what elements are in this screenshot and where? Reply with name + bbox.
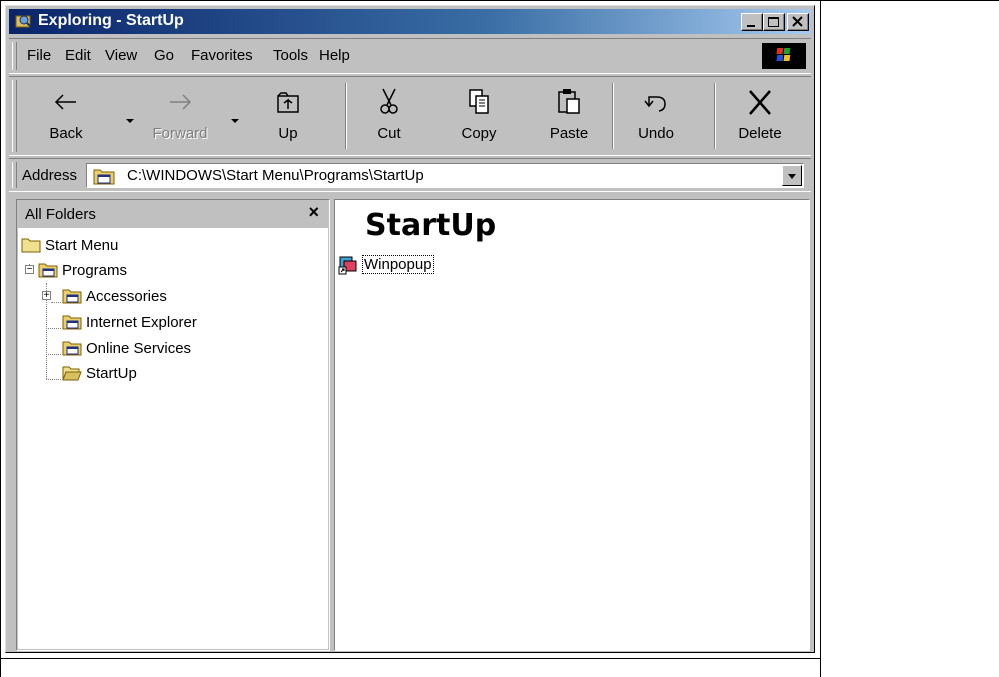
undo-icon [644, 96, 666, 112]
back-arrow-icon [54, 94, 76, 110]
close-button[interactable] [787, 13, 809, 31]
copy-icon [469, 89, 489, 114]
tree-item-accessories[interactable]: Accessories [62, 288, 167, 308]
undo-button[interactable]: Undo [625, 83, 687, 151]
menu-favorites[interactable]: Favorites [191, 47, 253, 64]
folder-heading: StartUp [365, 208, 497, 243]
tree-expand-icon[interactable]: + [42, 291, 51, 301]
menu-bar: File Edit View Go Favorites Tools Help [9, 38, 811, 74]
back-history-dropdown[interactable] [126, 119, 134, 123]
explorer-window: Exploring - StartUp File Edit View Go Fa… [5, 5, 815, 653]
tree-item-label: Accessories [86, 288, 167, 305]
program-folder-icon [38, 262, 58, 282]
forward-button[interactable]: Forward [142, 83, 218, 151]
paste-icon [558, 89, 580, 114]
menu-file[interactable]: File [27, 47, 51, 64]
tree-item-online-services[interactable]: Online Services [62, 340, 191, 360]
toolbar-separator-3 [714, 83, 716, 149]
outer-frame-top [0, 0, 999, 1]
folder-tree: Start Menu − Programs + Accessories Inte… [18, 228, 328, 649]
tree-item-label: Internet Explorer [86, 314, 197, 331]
cut-button[interactable]: Cut [359, 83, 419, 151]
menu-tools[interactable]: Tools [273, 47, 308, 64]
menu-view[interactable]: View [105, 47, 137, 64]
address-value: C:\WINDOWS\Start Menu\Programs\StartUp [127, 167, 424, 184]
forward-label: Forward [152, 125, 208, 142]
delete-button[interactable]: Delete [727, 83, 793, 151]
cut-label: Cut [377, 125, 401, 142]
paste-label: Paste [549, 125, 589, 142]
up-label: Up [278, 125, 298, 142]
back-label: Back [49, 125, 83, 142]
maximize-button[interactable] [763, 13, 785, 31]
tree-item-label: Start Menu [45, 237, 119, 254]
folders-pane: All Folders × Start Menu − Programs + Ac… [16, 199, 330, 651]
file-item-label: Winpopup [362, 255, 434, 274]
addressbar-grip[interactable] [12, 162, 17, 188]
toolbar-separator [345, 83, 347, 149]
tree-collapse-icon[interactable]: − [25, 265, 34, 275]
undo-label: Undo [638, 125, 674, 142]
tree-line [46, 379, 61, 380]
tree-line [51, 302, 61, 303]
address-dropdown-button[interactable] [782, 165, 802, 186]
menu-edit[interactable]: Edit [65, 47, 91, 64]
menu-go[interactable]: Go [154, 47, 174, 64]
program-folder-icon [62, 288, 82, 308]
tree-item-label: Programs [62, 262, 128, 279]
program-folder-icon [93, 167, 115, 189]
menu-help[interactable]: Help [319, 47, 350, 64]
explorer-icon [15, 13, 33, 29]
windows-logo-icon [762, 43, 806, 69]
contents-pane: StartUp Winpopup [334, 199, 810, 651]
open-folder-icon [62, 365, 82, 385]
paste-button[interactable]: Paste [537, 83, 601, 151]
forward-history-dropdown[interactable] [231, 119, 239, 123]
tree-item-start-menu[interactable]: Start Menu [21, 237, 118, 257]
folders-pane-close-icon[interactable]: × [308, 202, 319, 223]
winpopup-shortcut-icon [338, 256, 360, 279]
folder-icon [21, 237, 41, 257]
standard-toolbar: Back Forward Up Cut Copy Paste Undo Dele… [9, 76, 811, 156]
scissors-icon [380, 88, 398, 114]
address-field[interactable]: C:\WINDOWS\Start Menu\Programs\StartUp [86, 163, 804, 188]
tree-item-startup[interactable]: StartUp [62, 365, 137, 385]
outer-frame-left [0, 0, 1, 677]
tree-item-label: StartUp [86, 365, 137, 382]
address-label: Address [22, 167, 78, 184]
forward-arrow-icon [170, 94, 192, 110]
title-bar[interactable]: Exploring - StartUp [9, 9, 811, 34]
window-title: Exploring - StartUp [38, 12, 184, 29]
program-folder-icon [62, 314, 82, 334]
up-button[interactable]: Up [263, 83, 313, 151]
tree-line [46, 354, 61, 355]
folders-pane-title: All Folders [25, 206, 96, 223]
outer-frame-bottom [0, 658, 821, 659]
tree-item-programs[interactable]: Programs [38, 262, 127, 282]
folders-pane-header: All Folders × [17, 200, 329, 227]
tree-item-internet-explorer[interactable]: Internet Explorer [62, 314, 197, 334]
address-bar: Address C:\WINDOWS\Start Menu\Programs\S… [9, 158, 811, 192]
toolbar-grip[interactable] [12, 80, 17, 152]
tree-line [46, 328, 61, 329]
copy-label: Copy [461, 125, 497, 142]
menubar-grip[interactable] [12, 42, 17, 70]
delete-label: Delete [738, 125, 782, 142]
delete-x-icon [749, 90, 771, 115]
toolbar-separator-2 [612, 83, 614, 149]
program-folder-icon [62, 340, 82, 360]
back-button[interactable]: Back [37, 83, 95, 151]
tree-item-label: Online Services [86, 340, 192, 357]
up-folder-icon [277, 92, 299, 113]
outer-frame-right [820, 0, 821, 677]
minimize-button[interactable] [741, 13, 763, 31]
file-item-winpopup[interactable]: Winpopup [338, 255, 434, 279]
copy-button[interactable]: Copy [446, 83, 512, 151]
